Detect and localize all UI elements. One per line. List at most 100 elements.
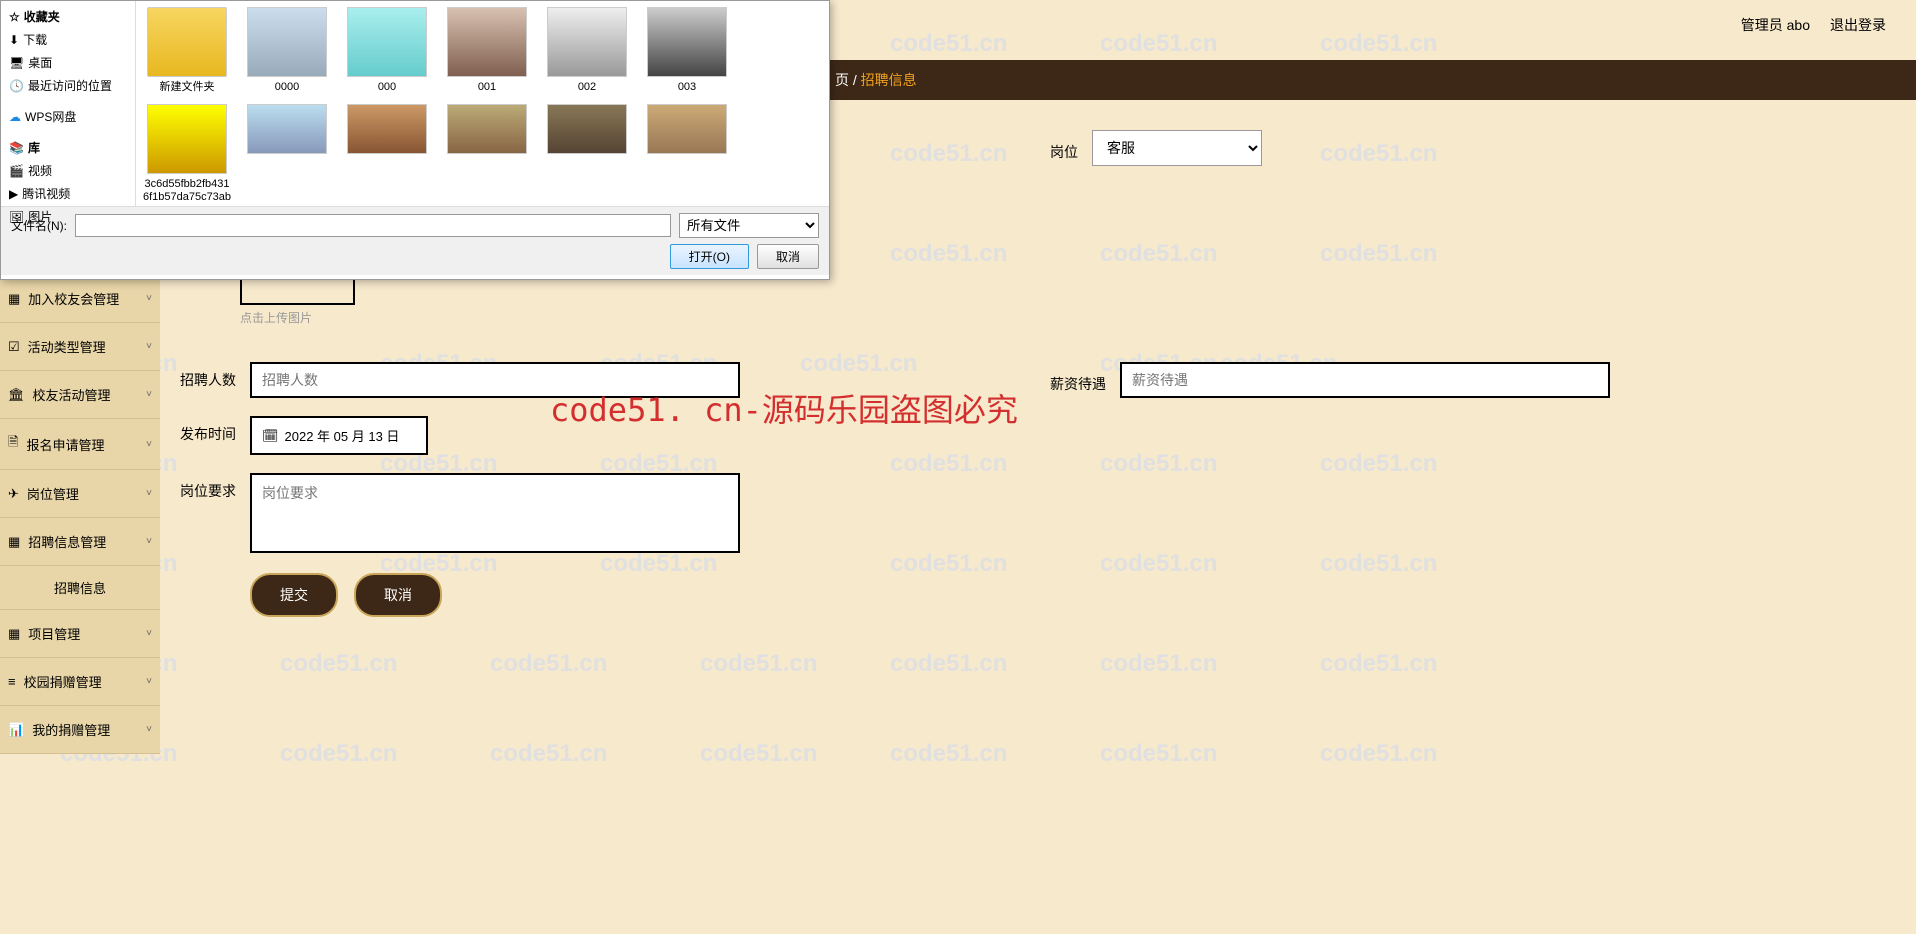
chevron-down-icon: ˅ — [146, 536, 152, 547]
fd-filter-select[interactable]: 所有文件 — [679, 213, 819, 238]
fd-thumb-003[interactable]: 003 — [642, 7, 732, 94]
watermark: code51.cn — [700, 650, 817, 678]
star-icon: ☆ — [9, 10, 20, 24]
file-dialog: ☆收藏夹 ⬇下载 🖥桌面 🕓最近访问的位置 ☁WPS网盘 📚库 🎬视频 ▶腾讯视… — [0, 0, 830, 280]
sidebar-item-label: 校园捐赠管理 — [24, 672, 102, 691]
watermark: code51.cn — [490, 650, 607, 678]
chevron-down-icon: ˅ — [146, 341, 152, 352]
chevron-down-icon: ˅ — [146, 488, 152, 499]
fd-thumb-hash[interactable]: 3c6d55fbb2fb4316f1b57da75c73ab240bf7d3a0 — [142, 104, 232, 206]
sidebar-item-alumni-activity[interactable]: 🏛 校友活动管理 ˅ — [0, 371, 160, 419]
watermark: code51.cn — [700, 740, 817, 768]
sidebar-item-label: 活动类型管理 — [28, 337, 106, 356]
chevron-down-icon: ˅ — [146, 724, 152, 735]
building-icon: 🏛 — [8, 387, 25, 403]
sidebar-item-label: 项目管理 — [28, 624, 80, 643]
fd-filename-input[interactable] — [75, 214, 671, 237]
fd-thumb-row2-5[interactable] — [642, 104, 732, 206]
watermark: code51.cn — [1100, 740, 1217, 768]
fd-thumb-row2-1[interactable] — [242, 104, 332, 206]
sidebar-item-label: 招聘信息管理 — [28, 532, 106, 551]
sidebar-item-position[interactable]: ✈ 岗位管理 ˅ — [0, 470, 160, 518]
requirements-textarea[interactable] — [250, 473, 740, 553]
grid-icon: ▦ — [8, 291, 20, 307]
watermark: code51.cn — [280, 650, 397, 678]
sidebar-item-my-donation[interactable]: 📊 我的捐赠管理 ˅ — [0, 706, 160, 754]
fd-desktop[interactable]: 🖥桌面 — [5, 51, 131, 74]
logout-link[interactable]: 退出登录 — [1830, 15, 1886, 35]
fd-thumb-000[interactable]: 000 — [342, 7, 432, 94]
chevron-down-icon: ˅ — [146, 628, 152, 639]
recruit-count-input[interactable] — [250, 362, 740, 398]
publish-time-label: 发布时间 — [180, 416, 236, 444]
fd-thumb-folder[interactable]: 新建文件夹 — [142, 7, 232, 94]
watermark: code51.cn — [1320, 740, 1437, 768]
chevron-down-icon: ˅ — [146, 439, 152, 450]
watermark: code51.cn — [890, 30, 1007, 58]
salary-label: 薪资待遇 — [1050, 366, 1106, 394]
submit-button[interactable]: 提交 — [250, 573, 338, 617]
fd-favorites[interactable]: ☆收藏夹 — [5, 5, 131, 28]
watermark: code51.cn — [1320, 30, 1437, 58]
sidebar-item-join-alumni[interactable]: ▦ 加入校友会管理 ˅ — [0, 275, 160, 323]
fd-thumb-row2-2[interactable] — [342, 104, 432, 206]
fd-thumb-row2-3[interactable] — [442, 104, 532, 206]
list-icon: ≡ — [8, 674, 16, 689]
date-value: 2022 年 05 月 13 日 — [285, 426, 400, 445]
watermark: code51.cn — [1320, 650, 1437, 678]
chevron-down-icon: ˅ — [146, 676, 152, 687]
sidebar-item-recruit-info[interactable]: ▦ 招聘信息管理 ˅ — [0, 518, 160, 566]
fd-recent[interactable]: 🕓最近访问的位置 — [5, 74, 131, 97]
video-icon: 🎬 — [9, 164, 24, 178]
chart-icon: 📊 — [8, 722, 24, 738]
admin-label: 管理员 abo — [1741, 15, 1810, 35]
sidebar-item-label: 加入校友会管理 — [28, 289, 119, 308]
desktop-icon: 🖥 — [9, 56, 24, 70]
send-icon: ✈ — [8, 486, 19, 502]
fd-open-button[interactable]: 打开(O) — [670, 244, 749, 269]
fd-thumb-001[interactable]: 001 — [442, 7, 532, 94]
grid-icon: ▦ — [8, 626, 20, 642]
salary-input[interactable] — [1120, 362, 1610, 398]
watermark: code51.cn — [890, 740, 1007, 768]
publish-time-input[interactable]: 🗓 2022 年 05 月 13 日 — [250, 416, 428, 455]
grid-icon: ▦ — [8, 534, 20, 550]
fd-library[interactable]: 📚库 — [5, 136, 131, 159]
fd-downloads[interactable]: ⬇下载 — [5, 28, 131, 51]
upload-hint: 点击上传图片 — [240, 309, 1896, 326]
fd-thumb-0000[interactable]: 0000 — [242, 7, 332, 94]
sidebar-item-label: 岗位管理 — [27, 484, 79, 503]
sidebar-item-project[interactable]: ▦ 项目管理 ˅ — [0, 610, 160, 658]
sidebar-item-campus-donation[interactable]: ≡ 校园捐赠管理 ˅ — [0, 658, 160, 706]
sidebar-item-activity-type[interactable]: ☑ 活动类型管理 ˅ — [0, 323, 160, 371]
requirements-label: 岗位要求 — [180, 473, 236, 501]
fd-thumb-row2-4[interactable] — [542, 104, 632, 206]
file-dialog-content: 新建文件夹 0000 000 001 002 003 3c6d55fbb2fb4… — [136, 1, 829, 206]
fd-cancel-button[interactable]: 取消 — [757, 244, 819, 269]
sidebar: ▦ 加入校友会管理 ˅ ☑ 活动类型管理 ˅ 🏛 校友活动管理 ˅ 🗎 报名申请… — [0, 275, 160, 754]
fd-tencent-video[interactable]: ▶腾讯视频 — [5, 182, 131, 205]
recruit-count-label: 招聘人数 — [180, 362, 236, 390]
file-dialog-sidebar: ☆收藏夹 ⬇下载 🖥桌面 🕓最近访问的位置 ☁WPS网盘 📚库 🎬视频 ▶腾讯视… — [1, 1, 136, 206]
cancel-button[interactable]: 取消 — [354, 573, 442, 617]
fd-filename-label: 文件名(N): — [11, 217, 67, 234]
fd-thumb-002[interactable]: 002 — [542, 7, 632, 94]
sidebar-item-label: 我的捐赠管理 — [32, 720, 110, 739]
position-label: 岗位 — [1050, 134, 1078, 162]
fd-wps[interactable]: ☁WPS网盘 — [5, 105, 131, 128]
cloud-icon: ☁ — [9, 110, 21, 124]
doc-icon: 🗎 — [8, 433, 18, 455]
calendar-icon: 🗓 — [262, 428, 279, 444]
sidebar-item-label: 报名申请管理 — [26, 435, 104, 454]
download-icon: ⬇ — [9, 33, 19, 47]
watermark: code51.cn — [1100, 30, 1217, 58]
position-select[interactable]: 客服 — [1092, 130, 1262, 166]
watermark: code51.cn — [1100, 650, 1217, 678]
chevron-down-icon: ˅ — [146, 293, 152, 304]
sidebar-item-signup-apply[interactable]: 🗎 报名申请管理 ˅ — [0, 419, 160, 470]
video-icon: ▶ — [9, 187, 18, 201]
sidebar-item-label: 校友活动管理 — [33, 385, 111, 404]
breadcrumb-home[interactable]: 页 — [835, 70, 849, 90]
fd-video[interactable]: 🎬视频 — [5, 159, 131, 182]
sidebar-subitem-recruit-info[interactable]: 招聘信息 — [0, 566, 160, 610]
